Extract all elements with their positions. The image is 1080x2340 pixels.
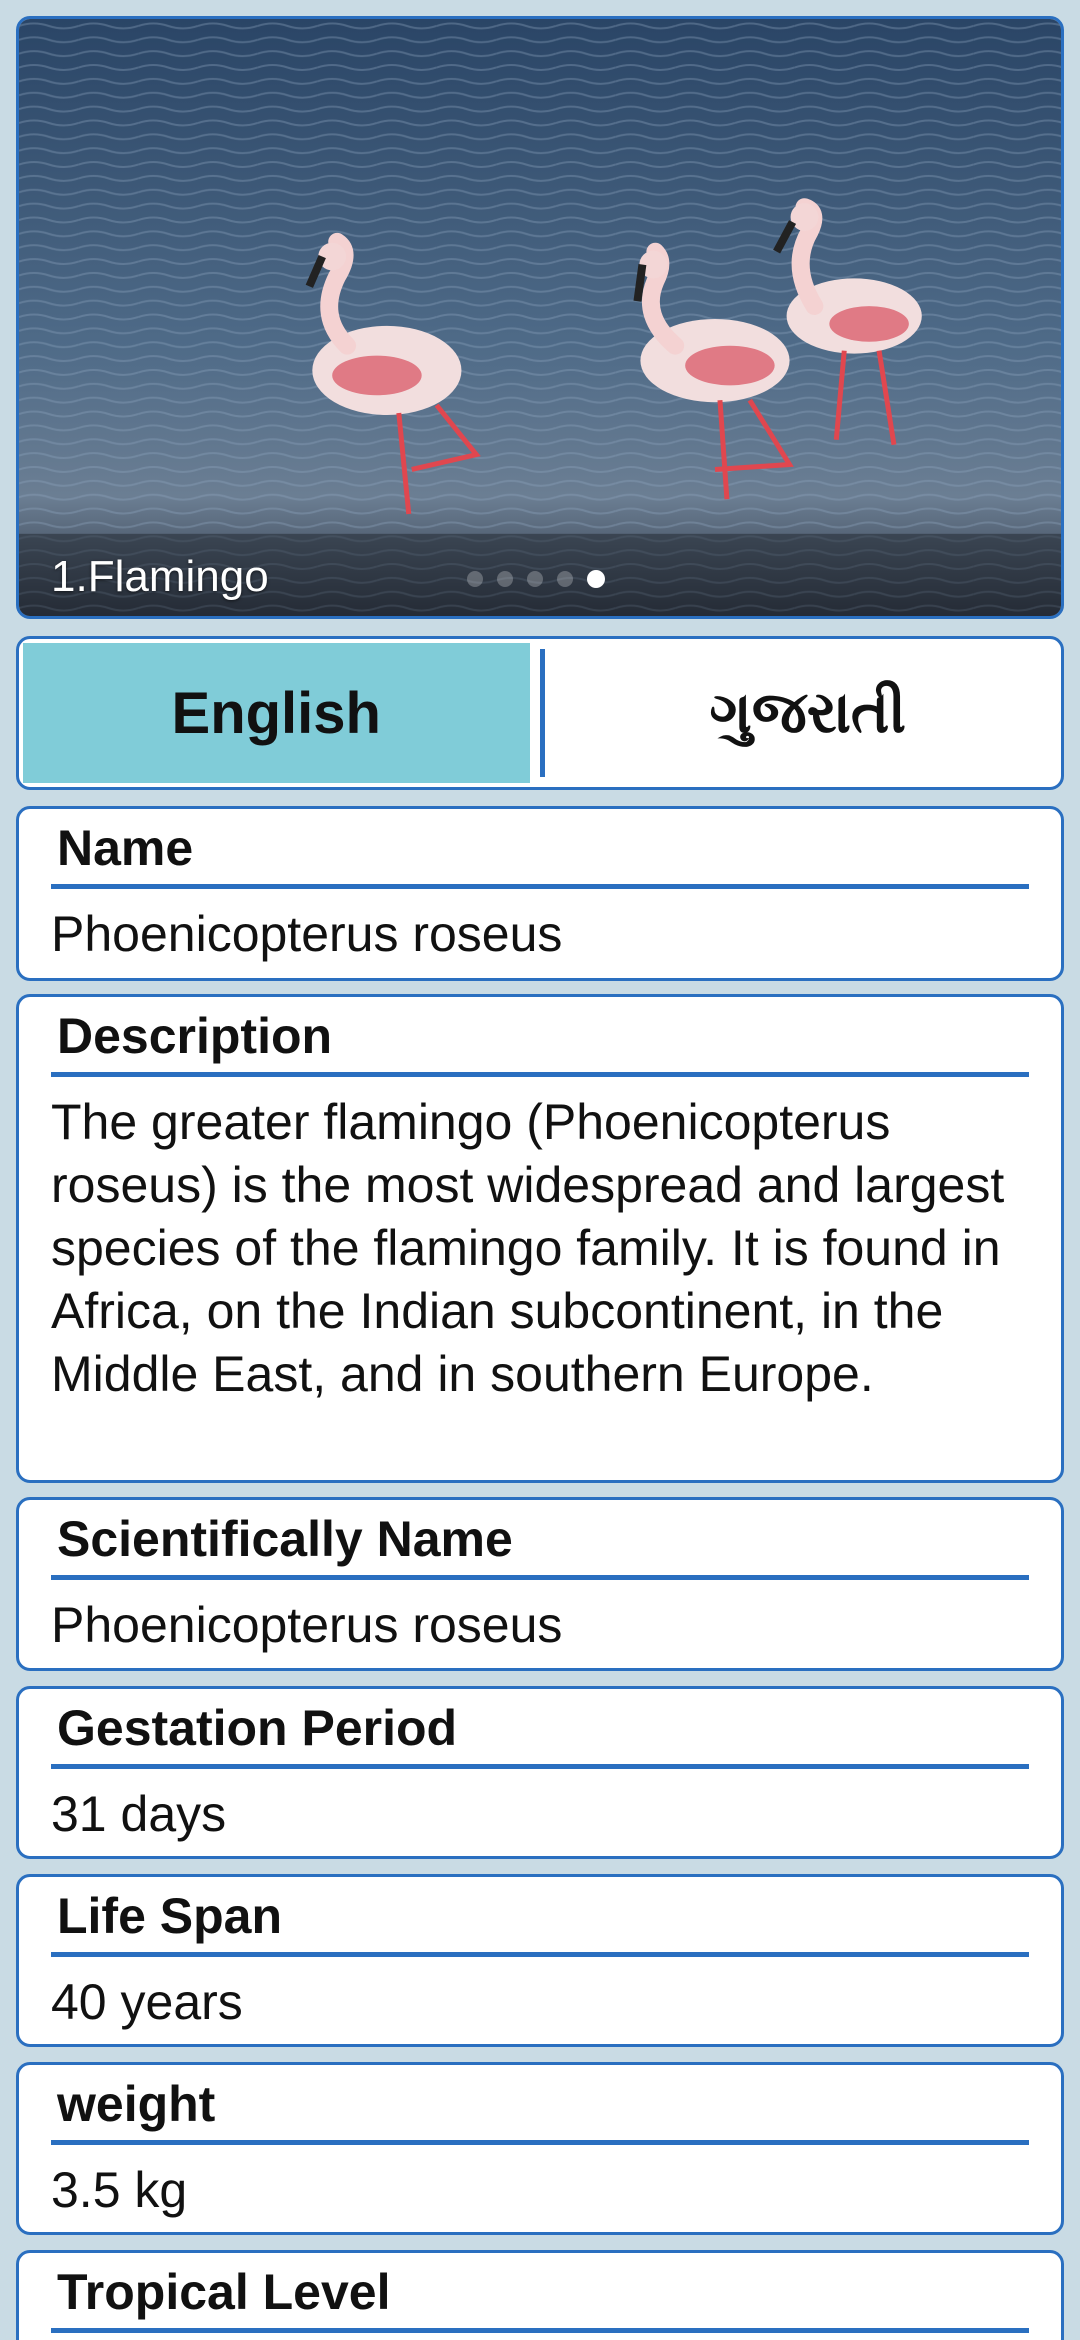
hero-image-carousel[interactable]: 1.Flamingo — [16, 16, 1064, 619]
lifespan-card: Life Span 40 years — [16, 1874, 1064, 2047]
name-value: Phoenicopterus roseus — [51, 906, 563, 962]
weight-label: weight — [51, 2065, 1029, 2145]
name-card: Name Phoenicopterus roseus — [16, 806, 1064, 981]
carousel-dot-active[interactable] — [587, 570, 605, 588]
gestation-value: 31 days — [51, 1786, 227, 1842]
scientific-name-label: Scientifically Name — [51, 1500, 1029, 1580]
carousel-dot[interactable] — [497, 571, 513, 587]
tropical-level-label: Tropical Level — [51, 2253, 1029, 2333]
description-label: Description — [51, 997, 1029, 1077]
flamingo-photo — [19, 19, 1061, 616]
lifespan-value: 40 years — [51, 1974, 243, 2030]
description-value: The greater flamingo (Phoenicopterus ros… — [51, 1094, 1005, 1402]
carousel-indicators — [467, 570, 605, 588]
carousel-dot[interactable] — [557, 571, 573, 587]
tropical-level-card: Tropical Level — [16, 2250, 1064, 2340]
gestation-label: Gestation Period — [51, 1689, 1029, 1769]
weight-card: weight 3.5 kg — [16, 2062, 1064, 2235]
hero-caption: 1.Flamingo — [51, 552, 269, 601]
carousel-dot[interactable] — [527, 571, 543, 587]
scientific-name-value: Phoenicopterus roseus — [51, 1597, 563, 1653]
description-card: Description The greater flamingo (Phoeni… — [16, 994, 1064, 1483]
language-toggle: English ગુજરાતી — [16, 636, 1064, 790]
scientific-name-card: Scientifically Name Phoenicopterus roseu… — [16, 1497, 1064, 1671]
carousel-dot[interactable] — [467, 571, 483, 587]
weight-value: 3.5 kg — [51, 2162, 188, 2218]
english-tab[interactable]: English — [23, 643, 530, 783]
name-label: Name — [51, 809, 1029, 889]
gujarati-tab[interactable]: ગુજરાતી — [555, 639, 1062, 787]
divider — [539, 649, 545, 777]
gestation-card: Gestation Period 31 days — [16, 1686, 1064, 1859]
lifespan-label: Life Span — [51, 1877, 1029, 1957]
